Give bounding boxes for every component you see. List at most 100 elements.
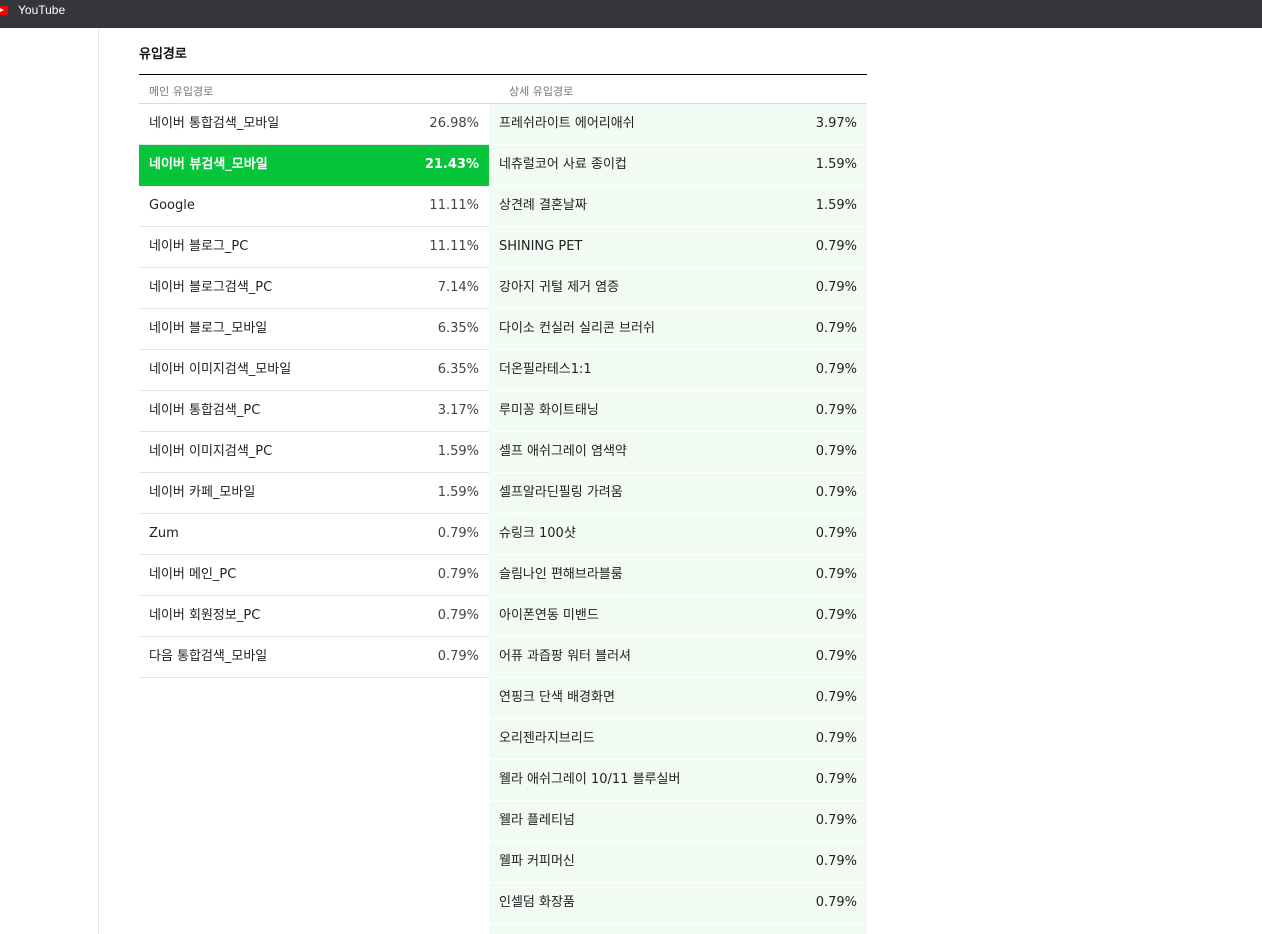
detail-source-row-label: 아이폰연동 미밴드 xyxy=(499,608,599,623)
main-source-row[interactable]: 네이버 회원정보_PC 0.79% xyxy=(139,596,489,637)
main-source-row[interactable]: Google 11.11% xyxy=(139,186,489,227)
detail-source-row: 어퓨 과즙팡 워터 블러셔 0.79% xyxy=(489,637,867,678)
detail-source-row: 프레쉬라이트 에어리애쉬 3.97% xyxy=(489,104,867,145)
detail-source-row-percentage: 1.59% xyxy=(815,198,857,213)
detail-source-row: 슬림나인 편해브라블룸 0.79% xyxy=(489,555,867,596)
detail-source-row-label: SHINING PET xyxy=(499,239,583,254)
youtube-logo-icon xyxy=(0,6,8,15)
main-source-row-label: Google xyxy=(149,198,195,213)
detail-source-row: 더온필라테스1:1 0.79% xyxy=(489,350,867,391)
detail-source-row: 다이소 컨실러 실리콘 브러쉬 0.79% xyxy=(489,309,867,350)
main-source-row[interactable]: 다음 통합검색_모바일 0.79% xyxy=(139,637,489,678)
main-source-row-label: 네이버 카페_모바일 xyxy=(149,485,256,500)
detail-source-row: 연핑크 단색 배경화면 0.79% xyxy=(489,678,867,719)
detail-source-row-percentage: 0.79% xyxy=(815,690,857,705)
main-source-row-percentage: 6.35% xyxy=(437,362,479,377)
detail-source-row-label: 강아지 귀털 제거 염증 xyxy=(499,280,620,295)
detail-source-row-label: 어퓨 과즙팡 워터 블러셔 xyxy=(499,649,631,664)
main-source-row-percentage: 3.17% xyxy=(437,403,479,418)
section-title: 유입경로 xyxy=(139,47,187,62)
detail-source-row-label: 셀프알라딘필링 가려움 xyxy=(499,485,623,500)
detail-source-row: 셀프 애쉬그레이 염색약 0.79% xyxy=(489,432,867,473)
main-source-row-label: 네이버 블로그_모바일 xyxy=(149,321,268,336)
detail-source-row-percentage: 0.79% xyxy=(815,526,857,541)
main-source-row-percentage: 0.79% xyxy=(437,649,479,664)
detail-source-row: 셀프알라딘필링 가려움 0.79% xyxy=(489,473,867,514)
main-source-row-percentage: 6.35% xyxy=(437,321,479,336)
detail-source-row-label: 슈링크 100샷 xyxy=(499,526,576,541)
main-source-row-label: 네이버 이미지검색_PC xyxy=(149,444,273,459)
detail-source-row-percentage: 0.79% xyxy=(815,485,857,500)
detail-source-row-percentage: 0.79% xyxy=(815,895,857,910)
browser-tab-bar: YouTube xyxy=(0,0,1262,28)
left-divider xyxy=(98,28,99,934)
detail-source-row-label: 네츄럴코어 사료 종이컵 xyxy=(499,157,627,172)
main-source-row-percentage: 21.43% xyxy=(424,157,479,172)
detail-source-row-label: 더온필라테스1:1 xyxy=(499,362,592,377)
detail-source-row-percentage: 0.79% xyxy=(815,280,857,295)
detail-source-row-label: 루미꽁 화이트태닝 xyxy=(499,403,599,418)
main-source-row-label: 네이버 통합검색_모바일 xyxy=(149,116,280,131)
detail-source-row-label: 연핑크 단색 배경화면 xyxy=(499,690,615,705)
detail-source-row-percentage: 1.59% xyxy=(815,157,857,172)
detail-source-row: 웰라 애쉬그레이 10/11 블루실버 0.79% xyxy=(489,760,867,801)
main-source-row[interactable]: 네이버 통합검색_PC 3.17% xyxy=(139,391,489,432)
detail-source-row-label: 인셀덤 화장품 xyxy=(499,895,575,910)
main-source-row-label: Zum xyxy=(149,526,179,541)
main-source-row[interactable]: 네이버 블로그검색_PC 7.14% xyxy=(139,268,489,309)
detail-source-row-label: 프레쉬라이트 에어리애쉬 xyxy=(499,116,635,131)
main-source-row-percentage: 0.79% xyxy=(437,567,479,582)
main-source-row[interactable]: 네이버 블로그_모바일 6.35% xyxy=(139,309,489,350)
detail-source-row: 루미꽁 화이트태닝 0.79% xyxy=(489,391,867,432)
detail-source-row-percentage: 0.79% xyxy=(815,239,857,254)
detail-source-row-label: 상견례 결혼날짜 xyxy=(499,198,587,213)
main-source-row-label: 네이버 뷰검색_모바일 xyxy=(149,157,268,172)
main-source-row[interactable]: 네이버 이미지검색_PC 1.59% xyxy=(139,432,489,473)
main-source-row-percentage: 1.59% xyxy=(437,485,479,500)
detail-source-row-label: 셀프 애쉬그레이 염색약 xyxy=(499,444,627,459)
main-source-row-label: 네이버 회원정보_PC xyxy=(149,608,261,623)
detail-source-row: 웰파 커피머신 0.79% xyxy=(489,842,867,883)
main-source-row-percentage: 0.79% xyxy=(437,526,479,541)
main-source-row-label: 다음 통합검색_모바일 xyxy=(149,649,268,664)
detail-source-row-percentage: 0.79% xyxy=(815,567,857,582)
detail-source-row-percentage: 0.79% xyxy=(815,649,857,664)
detail-column-header: 상세 유입경로 xyxy=(509,85,574,98)
main-source-row[interactable]: 네이버 통합검색_모바일 26.98% xyxy=(139,104,489,145)
detail-source-row-percentage: 0.79% xyxy=(815,772,857,787)
detail-source-row: 인셀덤 화장품 0.79% xyxy=(489,883,867,924)
detail-source-row: 오리젠라지브리드 0.79% xyxy=(489,719,867,760)
detail-source-row: 웰라 플레티넘 0.79% xyxy=(489,801,867,842)
header-rule xyxy=(139,74,867,75)
detail-source-row-percentage: 3.97% xyxy=(815,116,857,131)
detail-source-row-label: 웰라 애쉬그레이 10/11 블루실버 xyxy=(499,772,681,787)
main-source-row[interactable]: Zum 0.79% xyxy=(139,514,489,555)
detail-source-row: 상견례 결혼날짜 1.59% xyxy=(489,186,867,227)
main-source-row-label: 네이버 메인_PC xyxy=(149,567,237,582)
detail-source-row-percentage: 0.79% xyxy=(815,362,857,377)
detail-source-row-label: 다이소 컨실러 실리콘 브러쉬 xyxy=(499,321,655,336)
main-source-row[interactable]: 네이버 메인_PC 0.79% xyxy=(139,555,489,596)
tab-title[interactable]: YouTube xyxy=(18,2,65,18)
main-source-row-percentage: 7.14% xyxy=(437,280,479,295)
main-source-row-percentage: 1.59% xyxy=(437,444,479,459)
detail-source-row-percentage: 0.79% xyxy=(815,403,857,418)
main-source-row[interactable]: 네이버 이미지검색_모바일 6.35% xyxy=(139,350,489,391)
detail-source-row-percentage: 0.79% xyxy=(815,321,857,336)
main-source-row-percentage: 26.98% xyxy=(429,116,479,131)
main-source-row[interactable]: 네이버 카페_모바일 1.59% xyxy=(139,473,489,514)
detail-source-row-label: 슬림나인 편해브라블룸 xyxy=(499,567,623,582)
detail-source-list: 프레쉬라이트 에어리애쉬 3.97% 네츄럴코어 사료 종이컵 1.59% 상견례 결혼… xyxy=(489,104,867,934)
detail-source-row-label: 오리젠라지브리드 xyxy=(499,731,595,746)
main-source-row-selected[interactable]: 네이버 뷰검색_모바일 21.43% xyxy=(139,145,500,186)
main-source-row[interactable]: 네이버 블로그_PC 11.11% xyxy=(139,227,489,268)
main-source-row-label: 네이버 통합검색_PC xyxy=(149,403,261,418)
detail-source-row: 아이폰연동 미밴드 0.79% xyxy=(489,596,867,637)
detail-source-row-percentage: 0.79% xyxy=(815,731,857,746)
main-source-row-percentage: 0.79% xyxy=(437,608,479,623)
detail-source-row-label: 웰파 커피머신 xyxy=(499,854,575,869)
detail-source-row: 강아지 귀털 제거 염증 0.79% xyxy=(489,268,867,309)
detail-source-row-percentage: 0.79% xyxy=(815,444,857,459)
detail-source-row: 슈링크 100샷 0.79% xyxy=(489,514,867,555)
detail-source-row-percentage: 0.79% xyxy=(815,608,857,623)
